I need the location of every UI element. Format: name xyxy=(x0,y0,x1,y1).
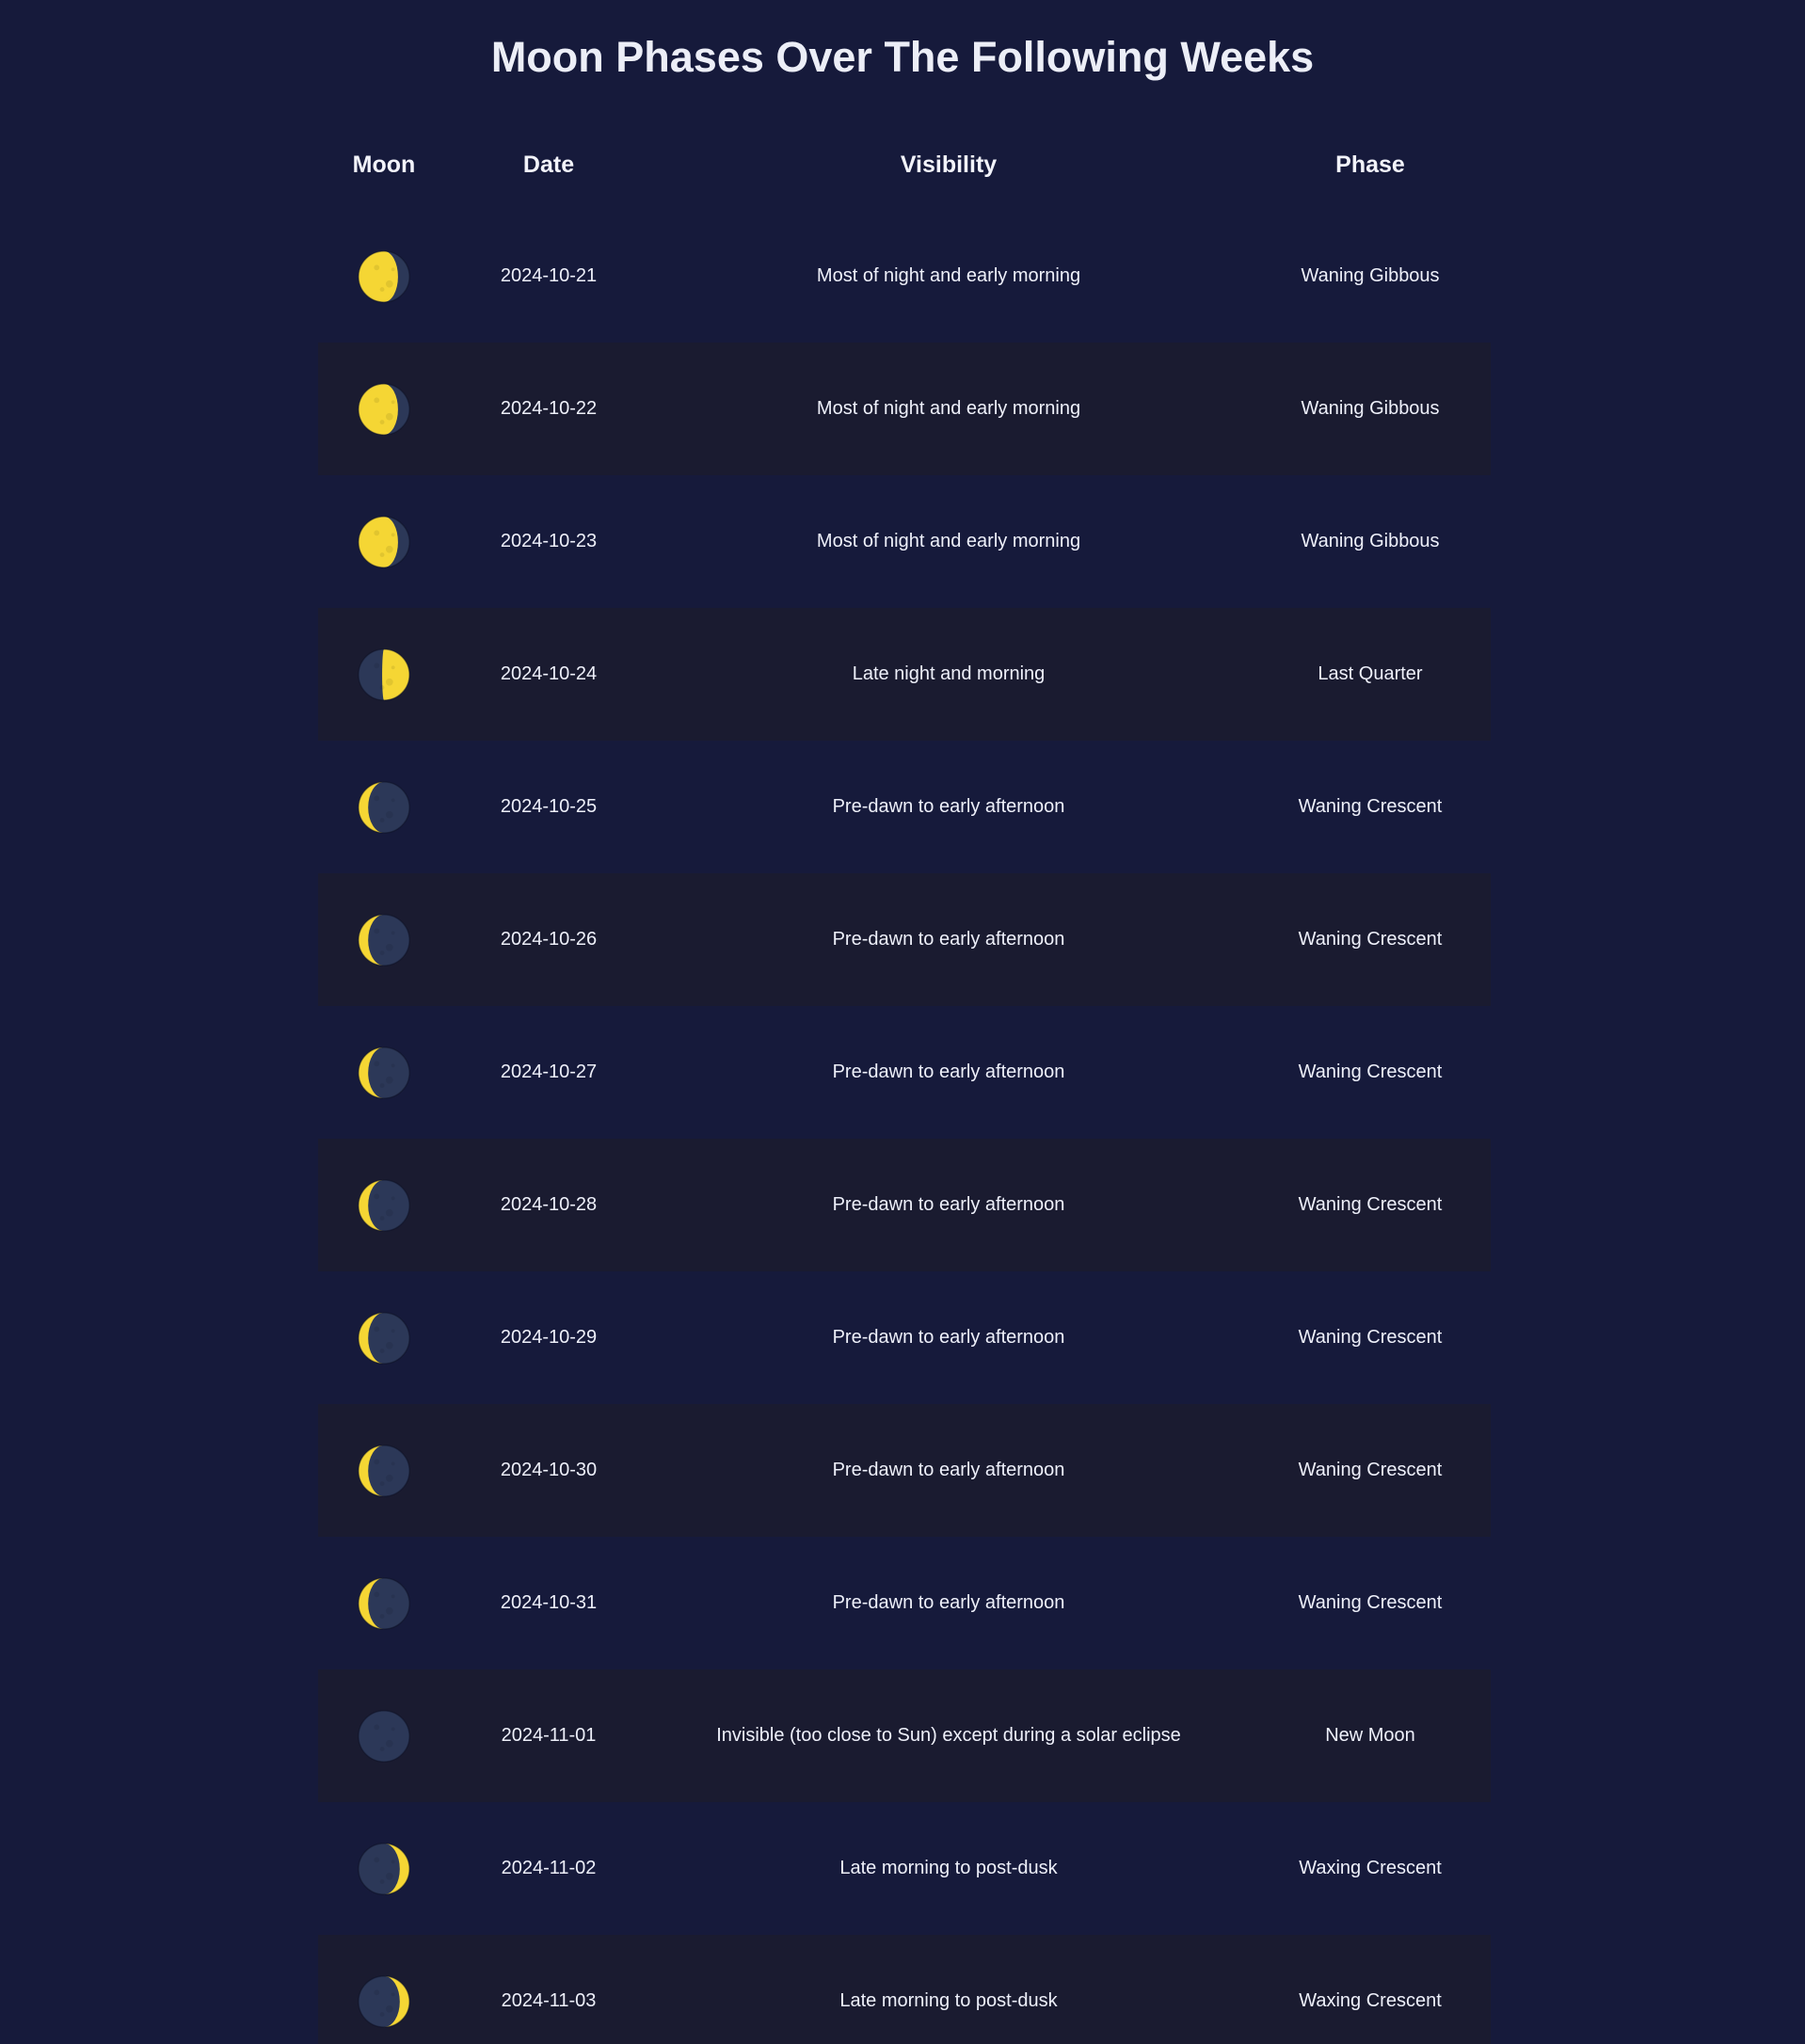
date-cell: 2024-10-28 xyxy=(500,1194,598,1215)
date-cell: 2024-10-30 xyxy=(500,1460,598,1480)
header-visibility: Visibility xyxy=(900,151,998,178)
visibility-cell: Pre-dawn to early afternoon xyxy=(832,1194,1065,1215)
moon-cell xyxy=(318,248,450,306)
phase-cell: Waning Crescent xyxy=(1298,1194,1443,1215)
table-body: 2024-10-21 Most of night and early mornin… xyxy=(318,210,1491,2044)
date-cell: 2024-11-03 xyxy=(501,1990,597,2011)
moon-cell xyxy=(318,1044,450,1102)
waxing-crescent-moon-icon xyxy=(355,1972,413,2031)
table-row: 2024-10-22 Most of night and early mornin… xyxy=(318,343,1491,475)
phase-cell: Waning Crescent xyxy=(1298,929,1443,950)
moon-cell xyxy=(318,646,450,704)
table-row: 2024-10-30 Pre-dawn to early afternoon Wan… xyxy=(318,1404,1491,1537)
phase-cell: Waxing Crescent xyxy=(1299,1990,1442,2011)
moon-phases-page: Moon Phases Over The Following Weeks Moo… xyxy=(0,0,1805,2044)
phase-cell: Waning Gibbous xyxy=(1301,265,1440,286)
waning-gibbous-moon-icon xyxy=(355,513,413,571)
phase-cell: Last Quarter xyxy=(1318,663,1423,684)
waning-crescent-moon-icon xyxy=(355,1176,413,1235)
moon-cell xyxy=(318,1176,450,1235)
waning-crescent-moon-icon xyxy=(355,1044,413,1102)
table-row: 2024-10-21 Most of night and early mornin… xyxy=(318,210,1491,343)
date-cell: 2024-10-25 xyxy=(500,796,598,817)
visibility-cell: Most of night and early morning xyxy=(816,531,1081,551)
waning-gibbous-moon-icon xyxy=(355,380,413,439)
moon-cell xyxy=(318,380,450,439)
moon-cell xyxy=(318,1309,450,1367)
visibility-cell: Pre-dawn to early afternoon xyxy=(832,1460,1065,1480)
moon-cell xyxy=(318,513,450,571)
table-row: 2024-10-27 Pre-dawn to early afternoon Wan… xyxy=(318,1006,1491,1139)
phase-cell: Waning Crescent xyxy=(1298,1327,1443,1348)
phase-cell: Waxing Crescent xyxy=(1299,1858,1442,1878)
phase-cell: Waning Crescent xyxy=(1298,1460,1443,1480)
table-row: 2024-10-31 Pre-dawn to early afternoon Wan… xyxy=(318,1537,1491,1669)
visibility-cell: Pre-dawn to early afternoon xyxy=(832,929,1065,950)
date-cell: 2024-10-21 xyxy=(500,265,598,286)
visibility-cell: Late night and morning xyxy=(852,663,1046,684)
table-row: 2024-10-28 Pre-dawn to early afternoon Wan… xyxy=(318,1139,1491,1271)
waning-crescent-moon-icon xyxy=(355,1574,413,1633)
phase-cell: Waning Gibbous xyxy=(1301,531,1440,551)
new-moon-icon xyxy=(355,1707,413,1765)
visibility-cell: Pre-dawn to early afternoon xyxy=(832,1592,1065,1613)
phase-cell: Waning Crescent xyxy=(1298,1592,1443,1613)
phase-cell: Waning Crescent xyxy=(1298,1062,1443,1082)
table-row: 2024-10-26 Pre-dawn to early afternoon Wan… xyxy=(318,873,1491,1006)
header-phase: Phase xyxy=(1335,151,1405,178)
visibility-cell: Pre-dawn to early afternoon xyxy=(832,1062,1065,1082)
moon-cell xyxy=(318,1972,450,2031)
date-cell: 2024-10-22 xyxy=(500,398,598,419)
visibility-cell: Most of night and early morning xyxy=(816,265,1081,286)
moon-cell xyxy=(318,1574,450,1633)
moon-cell xyxy=(318,1442,450,1500)
moon-cell xyxy=(318,778,450,837)
visibility-cell: Invisible (too close to Sun) except duri… xyxy=(716,1725,1181,1746)
table-row: 2024-10-29 Pre-dawn to early afternoon Wan… xyxy=(318,1271,1491,1404)
page-title: Moon Phases Over The Following Weeks xyxy=(490,33,1315,81)
waning-crescent-moon-icon xyxy=(355,1442,413,1500)
waning-crescent-moon-icon xyxy=(355,1309,413,1367)
moon-cell xyxy=(318,1840,450,1898)
table-row: 2024-10-25 Pre-dawn to early afternoon Wan… xyxy=(318,741,1491,873)
table-row: 2024-11-03 Late morning to post-dusk Waxin… xyxy=(318,1935,1491,2044)
date-cell: 2024-11-01 xyxy=(501,1725,597,1746)
date-cell: 2024-10-23 xyxy=(500,531,598,551)
table-row: 2024-10-23 Most of night and early mornin… xyxy=(318,475,1491,608)
waning-crescent-moon-icon xyxy=(355,911,413,969)
waxing-crescent-moon-icon xyxy=(355,1840,413,1898)
date-cell: 2024-11-02 xyxy=(501,1858,597,1878)
table-row: 2024-11-01 Invisible (too close to Sun) e… xyxy=(318,1669,1491,1802)
visibility-cell: Late morning to post-dusk xyxy=(839,1858,1058,1878)
header-moon: Moon xyxy=(352,151,416,178)
table-row: 2024-10-24 Late night and morning Last Qua… xyxy=(318,608,1491,741)
visibility-cell: Most of night and early morning xyxy=(816,398,1081,419)
waning-gibbous-moon-icon xyxy=(355,248,413,306)
visibility-cell: Late morning to post-dusk xyxy=(839,1990,1058,2011)
waning-crescent-moon-icon xyxy=(355,778,413,837)
phase-cell: New Moon xyxy=(1325,1725,1415,1746)
header-date: Date xyxy=(522,151,575,178)
date-cell: 2024-10-27 xyxy=(500,1062,598,1082)
date-cell: 2024-10-26 xyxy=(500,929,598,950)
moon-cell xyxy=(318,911,450,969)
phase-cell: Waning Crescent xyxy=(1298,796,1443,817)
visibility-cell: Pre-dawn to early afternoon xyxy=(832,1327,1065,1348)
table-row: 2024-11-02 Late morning to post-dusk Waxin… xyxy=(318,1802,1491,1935)
visibility-cell: Pre-dawn to early afternoon xyxy=(832,796,1065,817)
date-cell: 2024-10-29 xyxy=(500,1327,598,1348)
moon-phases-table: Moon Date Visibility Phase 2024-10-21 Mos… xyxy=(318,120,1491,2044)
table-header-row: Moon Date Visibility Phase xyxy=(318,120,1491,210)
date-cell: 2024-10-31 xyxy=(500,1592,598,1613)
phase-cell: Waning Gibbous xyxy=(1301,398,1440,419)
date-cell: 2024-10-24 xyxy=(500,663,598,684)
last-quarter-moon-icon xyxy=(355,646,413,704)
moon-cell xyxy=(318,1707,450,1765)
